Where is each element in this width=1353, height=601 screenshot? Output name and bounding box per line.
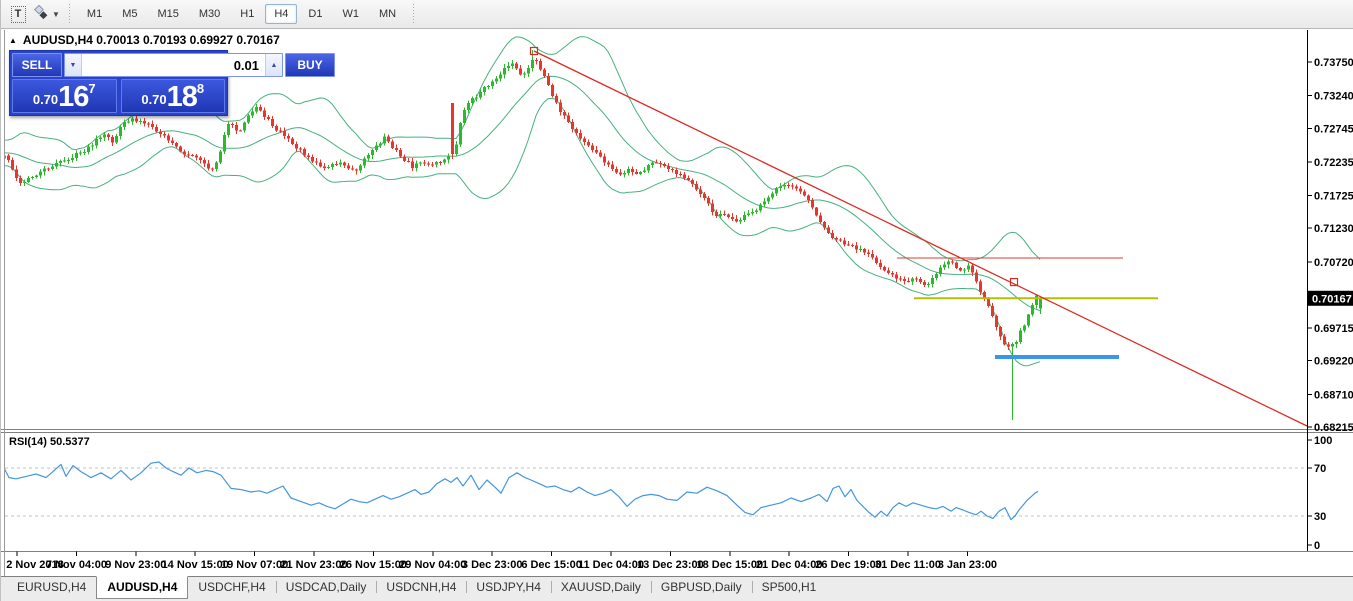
time-axis-label: 21 Dec 04:00: [756, 559, 823, 571]
lot-size-input[interactable]: [82, 54, 265, 76]
sell-price-button[interactable]: 0.70167: [12, 79, 117, 113]
rsi-indicator-label: RSI(14) 50.5377: [9, 436, 90, 448]
rsi-axis-label: 30: [1314, 511, 1326, 523]
time-axis-label: 3 Jan 23:00: [938, 559, 997, 571]
price-axis-label: 0.73240: [1314, 91, 1353, 103]
time-axis-label: 31 Dec 11:00: [875, 559, 941, 571]
time-axis-label: 19 Nov 07:00: [221, 559, 288, 571]
chart-tab-USDCAD-Daily[interactable]: USDCAD,Daily: [276, 577, 377, 598]
price-axis-label: 0.68215: [1314, 422, 1353, 434]
sell-price-sup: 7: [88, 81, 95, 96]
chart-tabs-bar: EURUSD,H4AUDUSD,H4USDCHF,H4USDCAD,DailyU…: [1, 576, 1353, 601]
rsi-axis-label: 0: [1314, 540, 1320, 552]
time-axis-label: 14 Nov 15:00: [162, 559, 229, 571]
svg-text:0.70167: 0.70167: [1312, 293, 1352, 305]
time-axis-label: 7 Nov 04:00: [46, 559, 107, 571]
time-axis-label: 3 Dec 23:00: [462, 559, 523, 571]
chart-tab-AUDUSD-H4[interactable]: AUDUSD,H4: [96, 576, 188, 599]
buy-price-base: 0.70: [141, 92, 166, 107]
time-axis-label: 21 Nov 23:00: [280, 559, 347, 571]
buy-price-big: 18: [167, 84, 197, 110]
price-axis-label: 0.72235: [1314, 157, 1353, 169]
time-axis-label: 26 Dec 19:00: [815, 559, 882, 571]
chart-tab-GBPUSD-Daily[interactable]: GBPUSD,Daily: [651, 577, 752, 598]
rsi-axis-label: 70: [1314, 463, 1326, 475]
buy-button[interactable]: BUY: [285, 53, 335, 77]
chart-tab-EURUSD-H4[interactable]: EURUSD,H4: [7, 577, 96, 598]
price-axis-label: 0.73750: [1314, 57, 1353, 69]
sell-price-big: 16: [58, 84, 88, 110]
price-axis-label: 0.69715: [1314, 323, 1353, 335]
rsi-line: [1, 462, 1038, 520]
bollinger-lower-band: [4, 98, 1040, 365]
time-axis: 2 Nov 20187 Nov 04:009 Nov 23:0014 Nov 1…: [6, 552, 997, 572]
price-axis-label: 0.69220: [1314, 356, 1353, 368]
price-axis-label: 0.70720: [1314, 257, 1353, 269]
price-axis-label: 0.72745: [1314, 123, 1353, 135]
chart-ohlc-text: AUDUSD,H4 0.70013 0.70193 0.69927 0.7016…: [23, 33, 280, 47]
sell-button[interactable]: SELL: [12, 53, 62, 77]
chart-marker-icon: ▲: [9, 36, 17, 45]
time-axis-label: 26 Nov 15:00: [340, 559, 407, 571]
chart-tab-XAUUSD-Daily[interactable]: XAUUSD,Daily: [551, 577, 651, 598]
price-axis-label: 0.71725: [1314, 191, 1353, 203]
price-axis: 0.73750 0.73240 0.72745 0.72235 0.71725 0.712…: [1308, 57, 1353, 434]
sell-price-base: 0.70: [33, 92, 58, 107]
time-axis-label: 13 Dec 23:00: [637, 559, 704, 571]
lot-decrease-button[interactable]: ▼: [65, 54, 82, 76]
time-axis-label: 18 Dec 15:00: [696, 559, 763, 571]
buy-price-sup: 8: [197, 81, 204, 96]
rsi-panel: [1, 462, 1307, 520]
price-axis-label: 0.68710: [1314, 389, 1353, 401]
chart-tab-USDCHF-H4[interactable]: USDCHF,H4: [188, 577, 275, 598]
rsi-axis-label: 100: [1314, 435, 1332, 447]
buy-price-button[interactable]: 0.70188: [121, 79, 226, 113]
time-axis-label: 6 Dec 15:00: [521, 559, 582, 571]
mt4-window: T ▼ M1M5M15M30H1H4D1W1MN ▲ AUDUSD,H4 0.7…: [0, 0, 1353, 601]
time-axis-label: 11 Dec 04:00: [578, 559, 644, 571]
chart-tab-SP500-H1[interactable]: SP500,H1: [752, 577, 827, 598]
chart-tab-USDCNH-H4[interactable]: USDCNH,H4: [376, 577, 466, 598]
time-axis-label: 9 Nov 23:00: [105, 559, 166, 571]
one-click-trading-panel: SELL ▼ ▲ BUY 0.70167 0.70188: [9, 50, 228, 116]
rsi-axis: 100 70 30 0: [1308, 435, 1333, 552]
time-axis-label: 29 Nov 04:00: [399, 559, 466, 571]
current-price-tag: 0.70167: [1308, 291, 1353, 306]
lot-increase-button[interactable]: ▲: [265, 54, 282, 76]
lot-stepper: ▼ ▲: [64, 53, 283, 77]
chart-title: ▲ AUDUSD,H4 0.70013 0.70193 0.69927 0.70…: [9, 33, 280, 47]
chart-tab-USDJPY-H4[interactable]: USDJPY,H4: [466, 577, 550, 598]
price-axis-label: 0.71230: [1314, 223, 1353, 235]
